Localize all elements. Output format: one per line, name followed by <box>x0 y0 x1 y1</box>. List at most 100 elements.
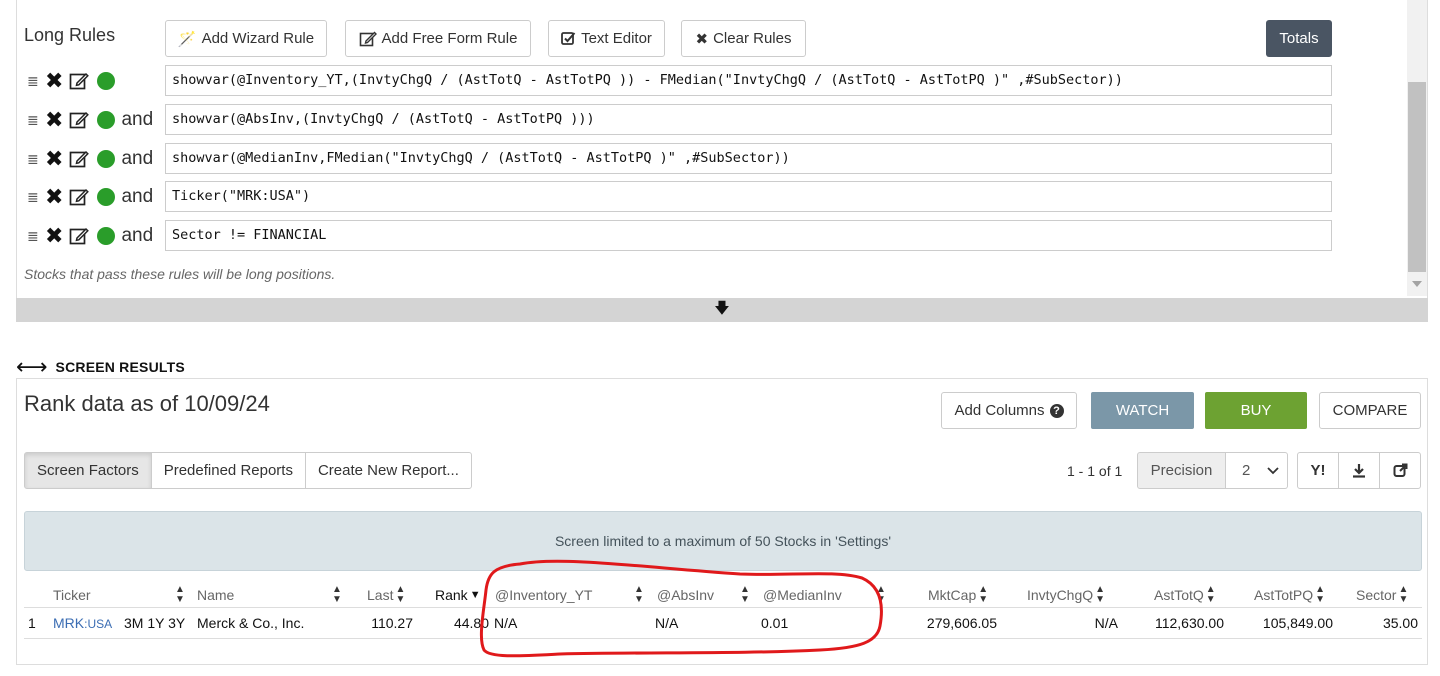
col-header-asttotpq[interactable]: AstTotPQ ▲ ▼ <box>1254 585 1325 605</box>
add-columns-label: Add Columns <box>954 402 1045 419</box>
cell-absinv: N/A <box>655 615 679 631</box>
sort-icon[interactable]: ▲ ▼ <box>173 585 185 605</box>
add-free-form-rule-button[interactable]: Add Free Form Rule <box>345 20 531 57</box>
col-header-absinv[interactable]: @AbsInv <box>657 585 714 605</box>
add-columns-button[interactable]: Add Columns ? <box>941 392 1077 429</box>
rule-status-icon[interactable] <box>97 72 116 90</box>
delete-rule-icon[interactable]: ✖ <box>45 70 63 92</box>
col-header-label: @MedianInv <box>763 587 842 603</box>
precision-select[interactable]: 2 <box>1226 452 1288 489</box>
download-button[interactable] <box>1338 452 1380 489</box>
col-header-mktcap[interactable]: MktCap ▲ ▼ <box>928 585 988 605</box>
edit-rule-icon[interactable] <box>69 71 90 91</box>
rules-scrollbar[interactable] <box>1407 0 1427 296</box>
col-header-rank[interactable]: Rank ▼ <box>435 585 481 605</box>
rule-formula-input[interactable]: Sector != FINANCIAL <box>165 220 1332 251</box>
screen-limit-notice: Screen limited to a maximum of 50 Stocks… <box>24 511 1422 571</box>
col-header-invtychgq[interactable]: InvtyChgQ ▲ ▼ <box>1027 585 1105 605</box>
open-external-button[interactable] <box>1379 452 1421 489</box>
col-header-label: AstTotPQ <box>1254 587 1314 603</box>
col-header-label: Ticker <box>53 587 91 603</box>
rule-connector: and <box>121 225 154 246</box>
edit-rule-icon[interactable] <box>69 149 90 169</box>
left-right-arrows-icon: ⟷ <box>16 354 48 379</box>
cell-inventory-yt: N/A <box>494 615 518 631</box>
col-header-name[interactable]: Name <box>197 585 234 605</box>
text-editor-button[interactable]: Text Editor <box>548 20 665 57</box>
rule-formula-input[interactable]: showvar(@MedianInv,FMedian("InvtyChgQ / … <box>165 143 1332 174</box>
add-wizard-rule-label: Add Wizard Rule <box>201 30 315 47</box>
delete-rule-icon[interactable]: ✖ <box>45 109 63 131</box>
tab-create-new-report[interactable]: Create New Report... <box>304 452 472 489</box>
rule-formula-input[interactable]: showvar(@Inventory_YT,(InvtyChgQ / (AstT… <box>165 65 1332 96</box>
edit-rule-icon[interactable] <box>69 226 90 246</box>
rules-title: Long Rules <box>24 25 116 45</box>
long-rules-panel: Long Rules 🪄 Add Wizard Rule Add Free Fo… <box>16 0 1428 298</box>
watch-button[interactable]: WATCH <box>1091 392 1194 429</box>
rule-row: ≣ ✖ and showvar(@MedianInv,FMedian("Invt… <box>17 143 1333 175</box>
cell-last: 110.27 <box>371 615 413 631</box>
sort-icon[interactable]: ▲ ▼ <box>330 585 342 605</box>
sort-icon[interactable]: ▲ ▼ <box>632 585 644 605</box>
col-header-last[interactable]: Last ▲ ▼ <box>367 585 405 605</box>
rule-status-icon[interactable] <box>97 111 116 129</box>
row-number: 1 <box>28 615 36 631</box>
rule-formula-input[interactable]: showvar(@AbsInv,(InvtyChgQ / (AstTotQ - … <box>165 104 1332 135</box>
cell-sector: 35.00 <box>1382 615 1418 631</box>
rule-status-icon[interactable] <box>97 227 116 245</box>
panel-splitter[interactable]: 🡇 <box>16 298 1428 322</box>
edit-rule-icon[interactable] <box>69 187 90 207</box>
scrollbar-thumb[interactable] <box>1408 82 1426 272</box>
drag-handle-icon[interactable]: ≣ <box>27 151 39 168</box>
col-header-label: MktCap <box>928 587 977 603</box>
totals-button[interactable]: Totals <box>1266 20 1332 57</box>
delete-rule-icon[interactable]: ✖ <box>45 186 63 208</box>
precision-control: Precision 2 <box>1137 452 1288 489</box>
company-name: Merck & Co., Inc. <box>197 615 305 631</box>
results-panel: Rank data as of 10/09/24 Add Columns ? W… <box>16 378 1428 665</box>
rule-status-icon[interactable] <box>97 150 116 168</box>
yahoo-button[interactable]: Y! <box>1297 452 1339 489</box>
rule-status-icon[interactable] <box>97 188 116 206</box>
export-toolbar: Y! <box>1297 452 1421 489</box>
screen-results-header[interactable]: ⟷ SCREEN RESULTS <box>16 356 185 378</box>
scroll-down-arrow-icon[interactable] <box>1412 281 1422 287</box>
col-header-ticker[interactable]: Ticker <box>53 585 91 605</box>
add-wizard-rule-button[interactable]: 🪄 Add Wizard Rule <box>165 20 327 57</box>
delete-rule-icon[interactable]: ✖ <box>45 148 63 170</box>
col-header-inventory-yt[interactable]: @Inventory_YT <box>495 585 592 605</box>
col-header-sector[interactable]: Sector ▲ ▼ <box>1356 585 1408 605</box>
sort-icon[interactable]: ▲ ▼ <box>738 585 750 605</box>
col-header-label: InvtyChgQ <box>1027 587 1094 603</box>
edit-rule-icon[interactable] <box>69 110 90 130</box>
download-icon <box>1353 464 1365 478</box>
cell-medianinv: 0.01 <box>761 615 789 631</box>
cell-invtychgq: N/A <box>1094 615 1118 631</box>
tab-predefined-reports[interactable]: Predefined Reports <box>150 452 306 489</box>
question-icon: ? <box>1049 403 1064 418</box>
ticker-link[interactable]: MRK:USA <box>53 615 112 631</box>
rule-formula-input[interactable]: Ticker("MRK:USA") <box>165 181 1332 212</box>
tab-screen-factors[interactable]: Screen Factors <box>24 452 152 489</box>
sort-icon[interactable]: ▲ ▼ <box>874 585 886 605</box>
clear-rules-button[interactable]: ✖ Clear Rules <box>681 20 806 57</box>
precision-label: Precision <box>1137 452 1226 489</box>
rule-row: ≣ ✖ and Sector != FINANCIAL <box>17 220 1333 252</box>
drag-handle-icon[interactable]: ≣ <box>27 112 39 129</box>
compare-button[interactable]: COMPARE <box>1319 392 1421 429</box>
table-header-divider <box>24 607 1422 608</box>
text-editor-label: Text Editor <box>581 30 652 47</box>
close-icon: ✖ <box>695 30 709 48</box>
buy-button[interactable]: BUY <box>1205 392 1307 429</box>
delete-rule-icon[interactable]: ✖ <box>45 225 63 247</box>
col-header-medianinv[interactable]: @MedianInv <box>763 585 842 605</box>
drag-handle-icon[interactable]: ≣ <box>27 228 39 245</box>
chevron-down-icon <box>1267 466 1279 474</box>
col-header-asttotq[interactable]: AstTotQ ▲ ▼ <box>1154 585 1216 605</box>
drag-handle-icon[interactable]: ≣ <box>27 73 39 90</box>
rule-connector: and <box>121 109 154 130</box>
screen-results-label: SCREEN RESULTS <box>55 359 185 375</box>
chart-periods[interactable]: 3M 1Y 3Y <box>124 615 185 631</box>
drag-handle-icon[interactable]: ≣ <box>27 189 39 206</box>
rules-note: Stocks that pass these rules will be lon… <box>24 266 336 282</box>
